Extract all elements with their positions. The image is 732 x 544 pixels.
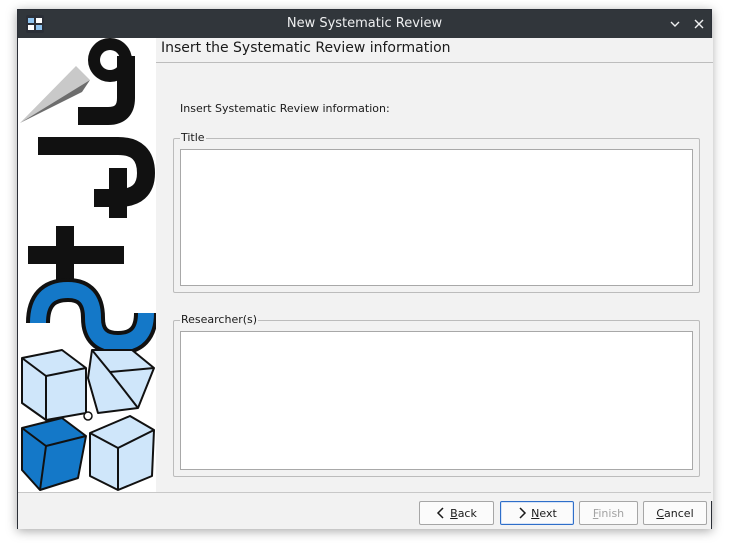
researchers-group-label: Researcher(s)	[180, 313, 259, 326]
minimize-button[interactable]	[665, 14, 685, 34]
back-button[interactable]: Back	[419, 501, 494, 525]
researchers-textarea[interactable]	[180, 331, 693, 470]
chevron-right-icon	[519, 507, 527, 519]
window-title: New Systematic Review	[286, 16, 443, 31]
back-label: Back	[450, 507, 477, 520]
back-mnemonic: B	[450, 506, 458, 520]
title-group: Title	[173, 131, 700, 293]
next-label: Next	[531, 507, 557, 520]
finish-button[interactable]: Finish	[579, 501, 638, 525]
page-title: Insert the Systematic Review information	[161, 40, 451, 56]
dialog-window: New Systematic Review Insert the Systema…	[17, 9, 713, 529]
cancel-label: Cancel	[656, 507, 693, 520]
researchers-group: Researcher(s)	[173, 313, 700, 477]
finish-label: Finish	[593, 507, 624, 520]
button-bar: Back Next Finish Cancel	[18, 492, 711, 529]
close-icon	[694, 19, 704, 29]
cancel-mnemonic: C	[656, 506, 665, 520]
wizard-side-image	[18, 38, 156, 501]
header-divider	[156, 62, 713, 63]
cancel-label-rest: ancel	[664, 506, 694, 520]
next-label-rest: ext	[539, 506, 557, 520]
chevron-left-icon	[437, 507, 444, 519]
title-bar[interactable]: New Systematic Review	[18, 10, 711, 38]
start-logo-image	[20, 38, 156, 491]
cancel-button[interactable]: Cancel	[643, 501, 707, 525]
chevron-down-icon	[670, 21, 680, 27]
finish-label-rest: inish	[598, 506, 625, 520]
close-button[interactable]	[689, 14, 709, 34]
title-group-label: Title	[180, 131, 206, 144]
wizard-content: Insert the Systematic Review information…	[156, 38, 713, 501]
next-button[interactable]: Next	[500, 501, 574, 525]
back-label-rest: ack	[457, 506, 477, 520]
instructions-text: Insert Systematic Review information:	[180, 102, 390, 115]
title-textarea[interactable]	[180, 149, 693, 286]
